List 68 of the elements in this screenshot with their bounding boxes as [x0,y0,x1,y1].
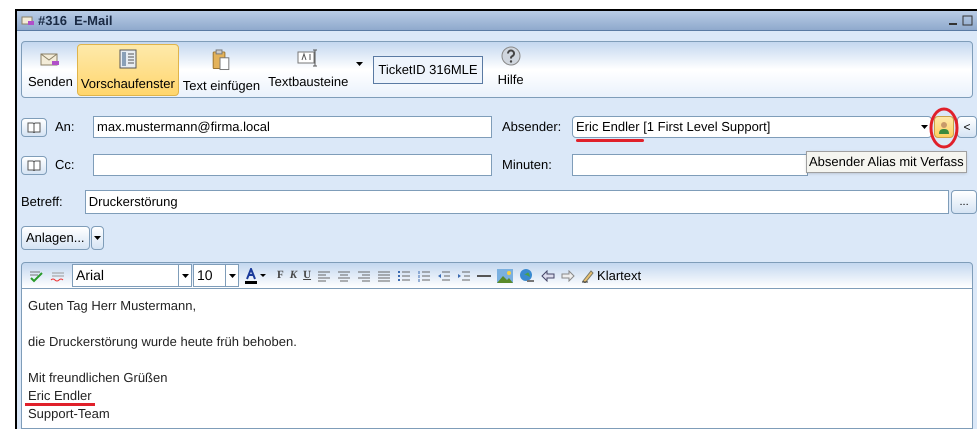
globe-link-icon[interactable] [519,268,536,284]
italic-button[interactable]: K [290,267,298,284]
toolbar-button[interactable]: Textbausteine [264,44,352,96]
font-dropdown[interactable]: Arial [72,264,192,287]
outdent-icon[interactable] [437,270,452,282]
justify-icon[interactable] [377,270,392,282]
maximize-icon[interactable] [962,15,973,26]
body-text-line: die Druckerstörung wurde heute früh behoben. [27,334,298,351]
attachments-dropdown-button[interactable] [90,226,104,250]
alias-button[interactable] [934,116,954,138]
book-icon [27,160,41,170]
text-field-icon [297,49,320,67]
body-text-line: Mit freundlichen Grüßen [27,370,168,387]
align-left-icon[interactable] [317,270,332,282]
indent-icon[interactable] [457,270,472,282]
help-button[interactable]: Hilfe [494,44,527,96]
body-text-line: Support-Team [27,406,111,423]
cc-label: Cc: [55,156,76,174]
caret-icon [182,274,188,278]
toolbar-button[interactable]: Text einfügen [178,44,264,96]
horizontal-line-icon[interactable] [477,274,492,278]
minutes-label: Minuten: [502,156,553,174]
attachments-button[interactable]: Anlagen... [21,226,90,250]
image-icon[interactable] [497,268,514,282]
to-label: An: [55,118,76,136]
forward-arrow-icon[interactable] [561,270,576,282]
annotation-underline [576,138,644,142]
subject-label: Betreff: [21,193,64,212]
spell-check-icon[interactable] [28,268,44,282]
dropdown-caret-icon [356,62,364,66]
numbered-list-icon[interactable] [417,270,432,282]
minutes-field[interactable] [572,154,808,176]
to-field[interactable]: max.mustermann@firma.local [93,116,492,138]
toolbar-button[interactable]: Vorschaufenster [76,44,179,96]
font-color-icon[interactable] [245,268,267,284]
document-icon [118,49,137,69]
book-icon [27,122,41,132]
subject-field[interactable]: Druckerstörung [84,190,950,214]
window-title: #316 E-Mail [38,12,112,30]
ticket-id-box: TicketID 316MLE [373,56,483,84]
toolbar-button[interactable]: Senden [24,44,77,96]
body-text-line: Eric Endler [25,388,95,406]
cc-field[interactable] [93,154,492,176]
align-center-icon[interactable] [337,270,352,282]
collapse-button[interactable]: < [957,116,977,138]
size-dropdown[interactable]: 10 [193,264,239,287]
sender-label: Absender: [502,118,562,136]
person-icon [939,120,949,134]
address-book-button[interactable] [21,156,47,174]
address-book-button[interactable] [21,118,47,136]
more-button[interactable]: ... [951,190,977,214]
caret-icon [228,274,236,278]
caret-icon [94,236,101,240]
plain-text-button[interactable]: Klartext [581,266,642,286]
underline-button[interactable]: U [303,267,312,284]
mail-icon [21,15,34,26]
clipboard-icon [212,49,230,70]
back-arrow-icon[interactable] [541,270,556,282]
pen-icon [581,268,596,282]
email-body[interactable]: Guten Tag Herr Mustermann, die Druckerstörung wurde heute früh behoben. Mit freundlichen Grüßen Eric Endler Support-Team [21,289,973,429]
spelling-icon[interactable] [50,270,66,282]
bullet-list-icon[interactable] [397,270,412,282]
tooltip: Absender Alias mit Verfass [806,151,967,173]
help-icon [500,46,521,66]
body-text-line: Guten Tag Herr Mustermann, [27,298,198,315]
caret-icon [921,125,928,129]
bold-button[interactable]: F [277,267,284,284]
align-right-icon[interactable] [357,270,372,282]
